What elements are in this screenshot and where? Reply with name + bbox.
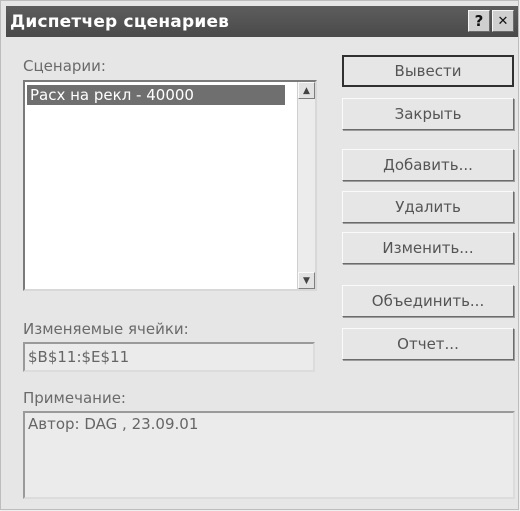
- comment-label: Примечание:: [23, 389, 126, 407]
- window-title: Диспетчер сценариев: [10, 12, 230, 32]
- scenarios-label: Сценарии:: [23, 57, 106, 75]
- help-button[interactable]: ?: [468, 10, 490, 32]
- close-button[interactable]: Закрыть: [342, 98, 514, 130]
- changing-cells-label: Изменяемые ячейки:: [23, 320, 189, 338]
- comment-field: Автор: DAG , 23.09.01: [23, 411, 515, 499]
- list-item-selected[interactable]: Расх на рекл - 40000: [27, 85, 285, 105]
- report-button[interactable]: Отчет...: [342, 328, 514, 360]
- list-scrollbar[interactable]: ▲ ▼: [297, 82, 315, 289]
- show-button[interactable]: Вывести: [342, 55, 514, 87]
- changing-cells-field: $B$11:$E$11: [23, 342, 315, 372]
- scroll-up-arrow-icon[interactable]: ▲: [298, 82, 315, 99]
- scenarios-list[interactable]: Расх на рекл - 40000 ▲ ▼: [23, 80, 317, 291]
- add-button[interactable]: Добавить...: [342, 149, 514, 181]
- scenario-manager-dialog: Диспетчер сценариев ? ✕ Сценарии: Расх н…: [0, 0, 519, 510]
- scroll-down-arrow-icon[interactable]: ▼: [298, 272, 315, 289]
- close-window-button[interactable]: ✕: [492, 10, 514, 32]
- title-bar[interactable]: Диспетчер сценариев ? ✕: [6, 6, 518, 37]
- merge-button[interactable]: Объединить...: [342, 285, 514, 317]
- help-icon: ?: [474, 12, 484, 30]
- edit-button[interactable]: Изменить...: [342, 232, 514, 264]
- delete-button[interactable]: Удалить: [342, 191, 514, 223]
- close-icon: ✕: [497, 13, 509, 29]
